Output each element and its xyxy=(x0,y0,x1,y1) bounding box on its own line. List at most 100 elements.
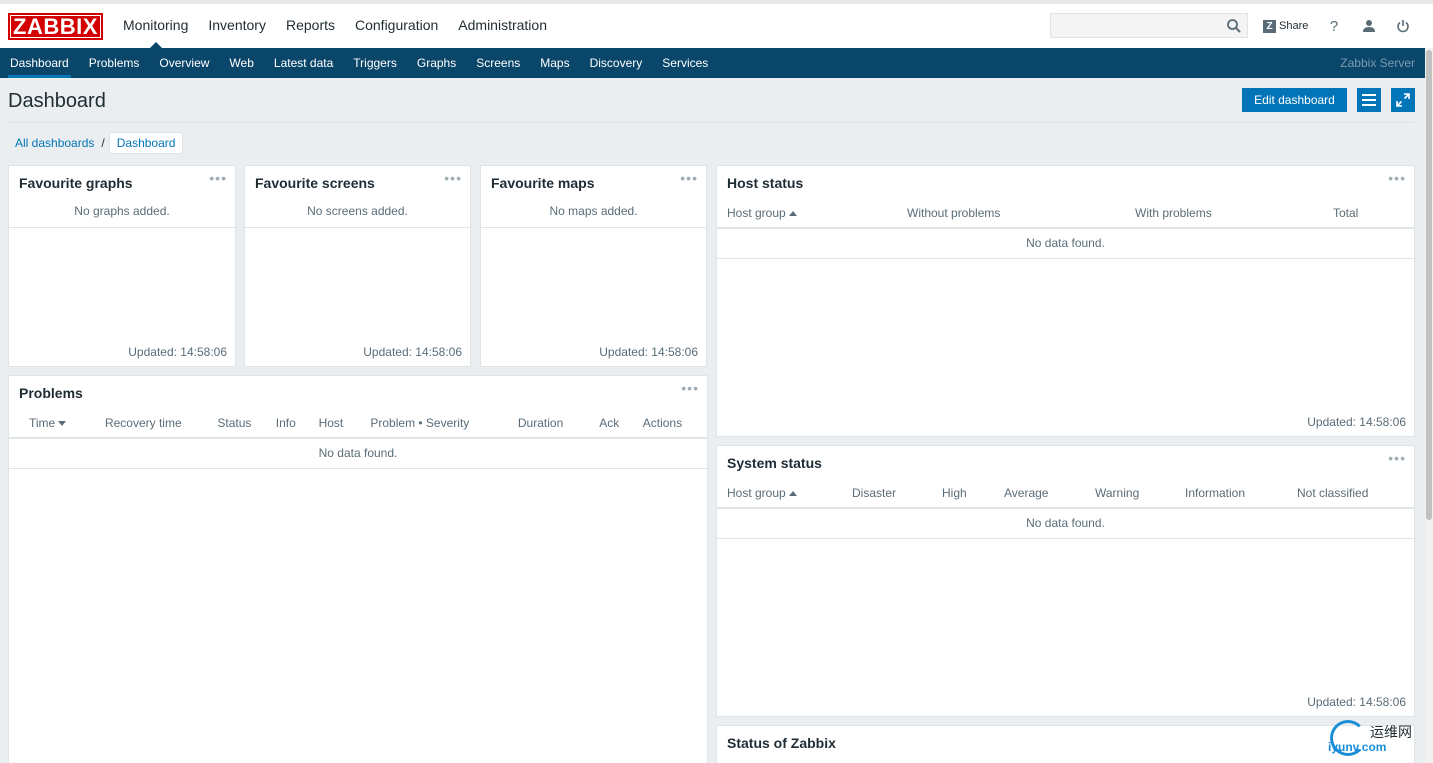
nav-configuration[interactable]: Configuration xyxy=(345,4,448,48)
nav-reports[interactable]: Reports xyxy=(276,4,345,48)
share-label: Share xyxy=(1279,20,1309,32)
widget-title: Favourite graphs xyxy=(19,175,133,191)
col-problem-severity[interactable]: Problem • Severity xyxy=(356,408,488,439)
widget-menu-icon[interactable]: ••• xyxy=(1388,171,1406,185)
subnav-screens[interactable]: Screens xyxy=(466,48,530,78)
subnav-maps[interactable]: Maps xyxy=(530,48,579,78)
sub-nav: Dashboard Problems Overview Web Latest d… xyxy=(0,48,1425,78)
widget-host-status: Host status ••• Host group Without probl… xyxy=(716,165,1415,437)
widget-favourite-maps: Favourite maps ••• No maps added. Update… xyxy=(480,165,707,367)
user-profile-icon[interactable] xyxy=(1359,16,1379,36)
sort-desc-icon xyxy=(58,420,67,426)
empty-message: No screens added. xyxy=(245,198,470,228)
updated-time: Updated: 14:58:06 xyxy=(128,345,227,359)
widget-menu-icon[interactable]: ••• xyxy=(681,381,699,395)
watermark-text: 运维网 xyxy=(1370,724,1412,740)
nav-monitoring[interactable]: Monitoring xyxy=(113,4,198,48)
fullscreen-icon xyxy=(1396,93,1410,107)
breadcrumb-dashboard[interactable]: Dashboard xyxy=(108,132,184,154)
dashboard-actions-button[interactable] xyxy=(1357,88,1381,112)
col-not-classified: Not classified xyxy=(1287,478,1414,509)
subnav-services[interactable]: Services xyxy=(652,48,718,78)
col-warning: Warning xyxy=(1085,478,1175,509)
widget-header: System status ••• xyxy=(717,446,1414,478)
subnav-dashboard[interactable]: Dashboard xyxy=(0,48,79,78)
breadcrumb-all-dashboards[interactable]: All dashboards xyxy=(8,136,101,150)
widget-menu-icon[interactable]: ••• xyxy=(209,171,227,185)
zabbix-logo[interactable]: ZABBIX xyxy=(8,13,103,40)
breadcrumb-separator: / xyxy=(101,136,105,150)
power-icon[interactable] xyxy=(1393,16,1413,36)
col-host[interactable]: Host xyxy=(308,408,357,439)
col-time[interactable]: Time xyxy=(9,408,81,439)
updated-time: Updated: 14:58:06 xyxy=(363,345,462,359)
search-icon[interactable] xyxy=(1226,18,1242,34)
subnav-graphs[interactable]: Graphs xyxy=(407,48,466,78)
widget-menu-icon[interactable]: ••• xyxy=(444,171,462,185)
subnav-triggers[interactable]: Triggers xyxy=(343,48,407,78)
widget-menu-icon[interactable]: ••• xyxy=(1388,451,1406,465)
system-status-table: Host group Disaster High Average Warning… xyxy=(717,478,1414,539)
nav-administration[interactable]: Administration xyxy=(448,4,557,48)
updated-time: Updated: 14:58:06 xyxy=(599,345,698,359)
no-data-message: No data found. xyxy=(9,438,707,469)
no-data-message: No data found. xyxy=(717,228,1414,259)
col-info: Info xyxy=(265,408,309,439)
table-header-row: Time Recovery time Status Info Host Prob… xyxy=(9,408,707,439)
widget-title: Favourite maps xyxy=(491,175,595,191)
zabbix-share-icon: Z xyxy=(1263,19,1276,33)
col-host-group[interactable]: Host group xyxy=(717,478,842,509)
widget-system-status: System status ••• Host group Disaster Hi… xyxy=(716,445,1415,717)
col-without-problems: Without problems xyxy=(897,198,1125,229)
col-duration: Duration xyxy=(487,408,580,439)
subnav-web[interactable]: Web xyxy=(219,48,263,78)
widget-header: Host status ••• xyxy=(717,166,1414,198)
widget-title: Problems xyxy=(19,385,83,401)
widget-header: Favourite graphs ••• xyxy=(9,166,235,198)
share-button[interactable]: Z Share xyxy=(1263,16,1308,36)
widget-menu-icon[interactable]: ••• xyxy=(680,171,698,185)
nav-inventory[interactable]: Inventory xyxy=(198,4,276,48)
widget-title: Host status xyxy=(727,175,804,191)
col-information: Information xyxy=(1175,478,1287,509)
help-icon[interactable]: ? xyxy=(1324,16,1344,36)
fullscreen-button[interactable] xyxy=(1391,88,1415,112)
col-total: Total xyxy=(1323,198,1414,229)
scrollbar-thumb[interactable] xyxy=(1426,50,1432,520)
updated-time: Updated: 14:58:06 xyxy=(1307,695,1406,709)
search-input[interactable] xyxy=(1051,14,1247,37)
widget-header: Problems ••• xyxy=(9,376,707,408)
subnav-overview[interactable]: Overview xyxy=(149,48,219,78)
subnav-discovery[interactable]: Discovery xyxy=(580,48,653,78)
watermark-url: iyunv.com xyxy=(1328,740,1387,754)
widget-header: Status of Zabbix xyxy=(717,726,1414,758)
menu-icon xyxy=(1362,94,1376,106)
table-header-row: Host group Without problems With problem… xyxy=(717,198,1414,229)
col-with-problems: With problems xyxy=(1125,198,1323,229)
widget-problems: Problems ••• Time Recovery time Status I… xyxy=(8,375,708,763)
problems-table: Time Recovery time Status Info Host Prob… xyxy=(9,408,707,469)
table-row: No data found. xyxy=(9,438,707,469)
col-disaster: Disaster xyxy=(842,478,932,509)
widget-favourite-graphs: Favourite graphs ••• No graphs added. Up… xyxy=(8,165,236,367)
breadcrumb: All dashboards / Dashboard xyxy=(8,132,184,154)
empty-message: No maps added. xyxy=(481,198,706,228)
top-header: ZABBIX Monitoring Inventory Reports Conf… xyxy=(0,0,1433,48)
col-host-group[interactable]: Host group xyxy=(717,198,897,229)
empty-message: No graphs added. xyxy=(9,198,235,228)
edit-dashboard-button[interactable]: Edit dashboard xyxy=(1242,88,1347,112)
table-header-row: Host group Disaster High Average Warning… xyxy=(717,478,1414,509)
table-row: No data found. xyxy=(717,508,1414,539)
no-data-message: No data found. xyxy=(717,508,1414,539)
col-status: Status xyxy=(199,408,266,439)
col-high: High xyxy=(932,478,994,509)
sort-asc-icon xyxy=(788,490,797,496)
subnav-problems[interactable]: Problems xyxy=(79,48,150,78)
widget-header: Favourite maps ••• xyxy=(481,166,706,198)
subnav-latest-data[interactable]: Latest data xyxy=(264,48,343,78)
site-watermark: 运维网 iyunv.com xyxy=(1326,718,1426,760)
widget-title: Status of Zabbix xyxy=(727,735,836,751)
search-box xyxy=(1050,13,1248,38)
col-average: Average xyxy=(994,478,1085,509)
widget-header: Favourite screens ••• xyxy=(245,166,470,198)
